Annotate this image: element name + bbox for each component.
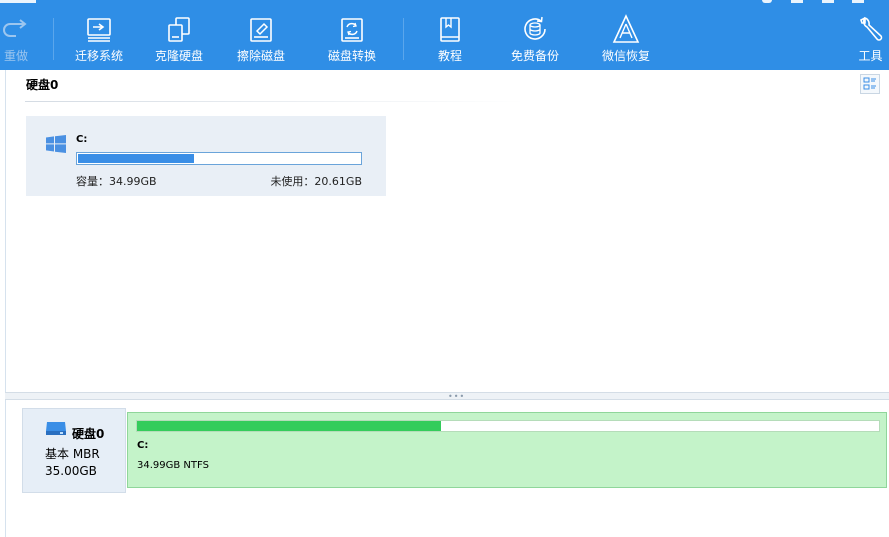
disk-info-block[interactable]: 硬盘0 基本 MBR 35.00GB (22, 408, 126, 493)
tutorial-button[interactable]: 教程 (430, 0, 470, 70)
hard-disk-icon (46, 422, 66, 435)
wipe-disk-button[interactable]: 擦除磁盘 (232, 0, 290, 70)
free-backup-button[interactable]: 免费备份 (505, 0, 565, 70)
view-toggle-button[interactable] (860, 74, 880, 94)
toolbar: 重做 迁移系统 克隆硬盘 擦除磁盘 磁盘转换 教程 免费备份 微信恢复 工具 (0, 0, 889, 70)
disk-title: 硬盘0 (26, 78, 59, 92)
clone-disk-button[interactable]: 克隆硬盘 (150, 0, 208, 70)
tools-label: 工具 (858, 49, 883, 63)
redo-label: 重做 (3, 49, 28, 63)
wechat-recovery-label: 微信恢复 (601, 49, 650, 63)
partition-map-name: C: (137, 440, 149, 451)
partition-usage-fill (78, 154, 194, 163)
tutorial-label: 教程 (437, 49, 462, 63)
tools-wrench-icon (857, 14, 885, 44)
wechat-recovery-button[interactable]: 微信恢复 (597, 0, 655, 70)
maximize-fragment (822, 0, 834, 3)
panel-splitter[interactable]: ••• (5, 392, 889, 401)
partition-usage-bar (76, 152, 362, 165)
tools-button[interactable]: 工具 (852, 0, 889, 70)
tutorial-book-icon (437, 14, 463, 44)
clone-disk-label: 克隆硬盘 (154, 49, 203, 63)
free-backup-label: 免费备份 (510, 49, 559, 63)
disk-name: 硬盘0 (72, 427, 105, 441)
partition-map-usage-bar (136, 420, 880, 432)
convert-disk-icon (338, 14, 366, 44)
migrate-os-icon (85, 14, 113, 44)
redo-button[interactable]: 重做 (0, 0, 32, 70)
toolbar-separator (53, 18, 54, 60)
toolbar-separator (403, 18, 404, 60)
wipe-disk-icon (247, 14, 275, 44)
convert-disk-button[interactable]: 磁盘转换 (323, 0, 381, 70)
migrate-os-label: 迁移系统 (74, 49, 123, 63)
clone-disk-icon (165, 14, 193, 44)
convert-disk-label: 磁盘转换 (327, 49, 376, 63)
minimize-fragment (791, 0, 803, 3)
partition-view-panel: 硬盘0 C: 容量：34.99GB 未使用：20.61GB (5, 70, 889, 392)
partition-capacity: 容量：34.99GB (76, 175, 157, 188)
partition-name: C: (76, 134, 88, 145)
wechat-recovery-icon (611, 14, 641, 44)
disk-size: 35.00GB (45, 464, 97, 478)
partition-block-c[interactable]: C: 34.99GB NTFS (127, 412, 887, 488)
list-view-icon (863, 77, 876, 90)
partition-map-usage-fill (137, 421, 442, 431)
wipe-disk-label: 擦除磁盘 (236, 49, 285, 63)
partition-card-c[interactable]: C: 容量：34.99GB 未使用：20.61GB (26, 116, 386, 196)
disk-map-panel: 硬盘0 基本 MBR 35.00GB C: 34.99GB NTFS (5, 400, 889, 537)
disk-type: 基本 MBR (45, 447, 100, 461)
free-backup-icon (520, 14, 550, 44)
redo-icon (2, 14, 30, 44)
title-divider (25, 101, 525, 102)
partition-map-info: 34.99GB NTFS (137, 460, 209, 471)
migrate-os-button[interactable]: 迁移系统 (70, 0, 128, 70)
windows-logo-icon (46, 135, 66, 153)
partition-unused: 未使用：20.61GB (270, 175, 362, 188)
window-control-fragment (762, 0, 772, 3)
